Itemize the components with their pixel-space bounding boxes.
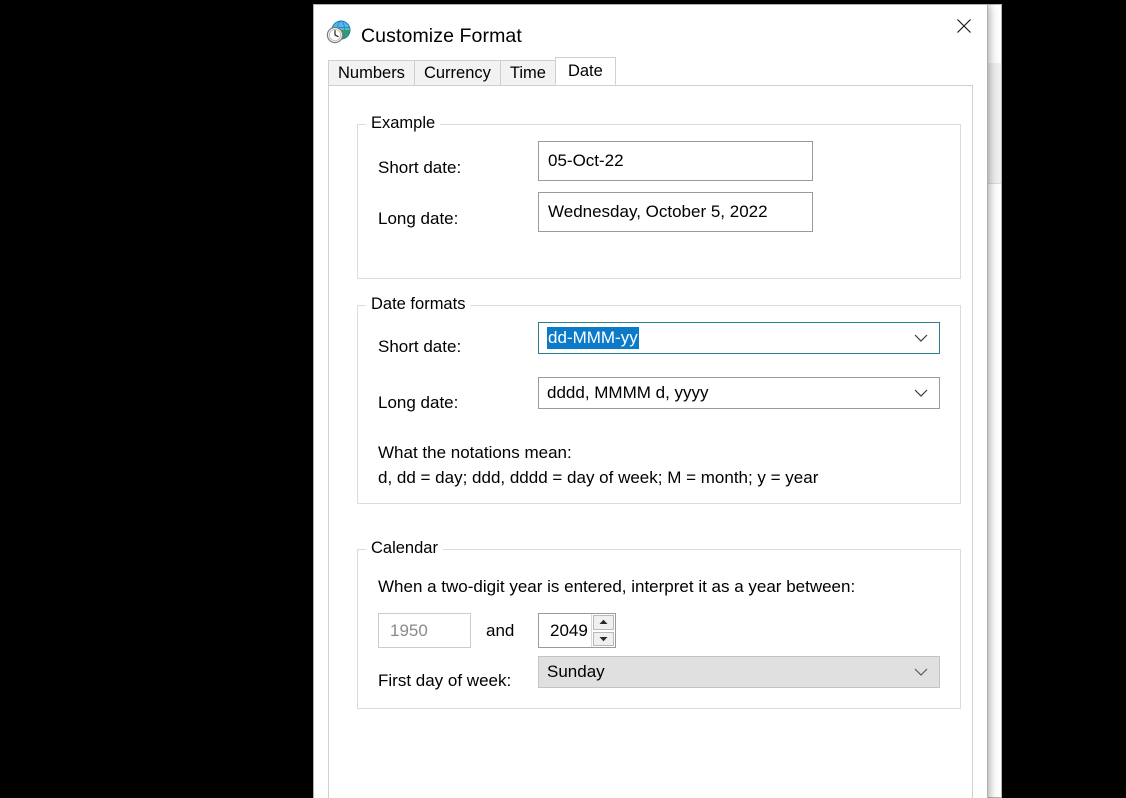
long-date-format-label: Long date: bbox=[378, 393, 458, 413]
example-long-date-label: Long date: bbox=[378, 209, 458, 229]
tab-currency[interactable]: Currency bbox=[414, 60, 501, 85]
first-day-of-week-combobox[interactable]: Sunday bbox=[538, 656, 940, 688]
example-short-date-value: 05-Oct-22 bbox=[538, 141, 813, 181]
year-range-end-value[interactable]: 2049 bbox=[539, 614, 591, 647]
calendar-group-title: Calendar bbox=[366, 539, 443, 558]
tab-date[interactable]: Date bbox=[555, 57, 616, 85]
first-day-of-week-label: First day of week: bbox=[378, 671, 511, 691]
short-date-format-value: dd-MMM-yy bbox=[547, 327, 639, 350]
tab-strip: Numbers Currency Time Date bbox=[328, 58, 973, 85]
customize-format-dialog: Customize Format Numbers Currency Time D… bbox=[313, 4, 988, 798]
screen: ✕ Customize Format bbox=[0, 0, 1126, 798]
date-formats-group-title: Date formats bbox=[366, 295, 470, 314]
tab-panel-date: Example Short date: 05-Oct-22 Long date:… bbox=[328, 85, 973, 798]
short-date-format-combobox[interactable]: dd-MMM-yy bbox=[538, 322, 940, 354]
region-globe-clock-icon bbox=[326, 19, 352, 45]
and-label: and bbox=[486, 621, 514, 641]
first-day-of-week-value: Sunday bbox=[547, 662, 605, 682]
dialog-titlebar[interactable]: Customize Format bbox=[314, 5, 987, 58]
tab-time[interactable]: Time bbox=[500, 60, 556, 85]
dialog-title: Customize Format bbox=[361, 25, 522, 48]
long-date-format-combobox[interactable]: dddd, MMMM d, yyyy bbox=[538, 377, 940, 409]
short-date-format-label: Short date: bbox=[378, 337, 461, 357]
chevron-down-icon[interactable] bbox=[913, 664, 929, 680]
year-range-end-spinner[interactable]: 2049 bbox=[538, 613, 616, 648]
spinner-down-icon[interactable] bbox=[593, 632, 614, 647]
example-group-title: Example bbox=[366, 114, 440, 133]
example-long-date-value: Wednesday, October 5, 2022 bbox=[538, 192, 813, 232]
notations-heading: What the notations mean: bbox=[378, 443, 572, 463]
calendar-group: Calendar When a two-digit year is entere… bbox=[357, 549, 961, 709]
example-short-date-label: Short date: bbox=[378, 158, 461, 178]
notations-text: d, dd = day; ddd, dddd = day of week; M … bbox=[378, 468, 818, 488]
two-digit-year-label: When a two-digit year is entered, interp… bbox=[378, 577, 855, 597]
year-range-start-field: 1950 bbox=[378, 613, 471, 648]
spinner-up-icon[interactable] bbox=[593, 615, 614, 630]
long-date-format-value: dddd, MMMM d, yyyy bbox=[547, 383, 709, 403]
close-icon[interactable] bbox=[941, 5, 987, 47]
spinner-buttons bbox=[591, 614, 615, 647]
date-formats-group: Date formats Short date: dd-MMM-yy Long … bbox=[357, 305, 961, 504]
chevron-down-icon[interactable] bbox=[913, 385, 929, 401]
example-group: Example Short date: 05-Oct-22 Long date:… bbox=[357, 124, 961, 279]
chevron-down-icon[interactable] bbox=[913, 330, 929, 346]
tab-numbers[interactable]: Numbers bbox=[328, 60, 415, 85]
